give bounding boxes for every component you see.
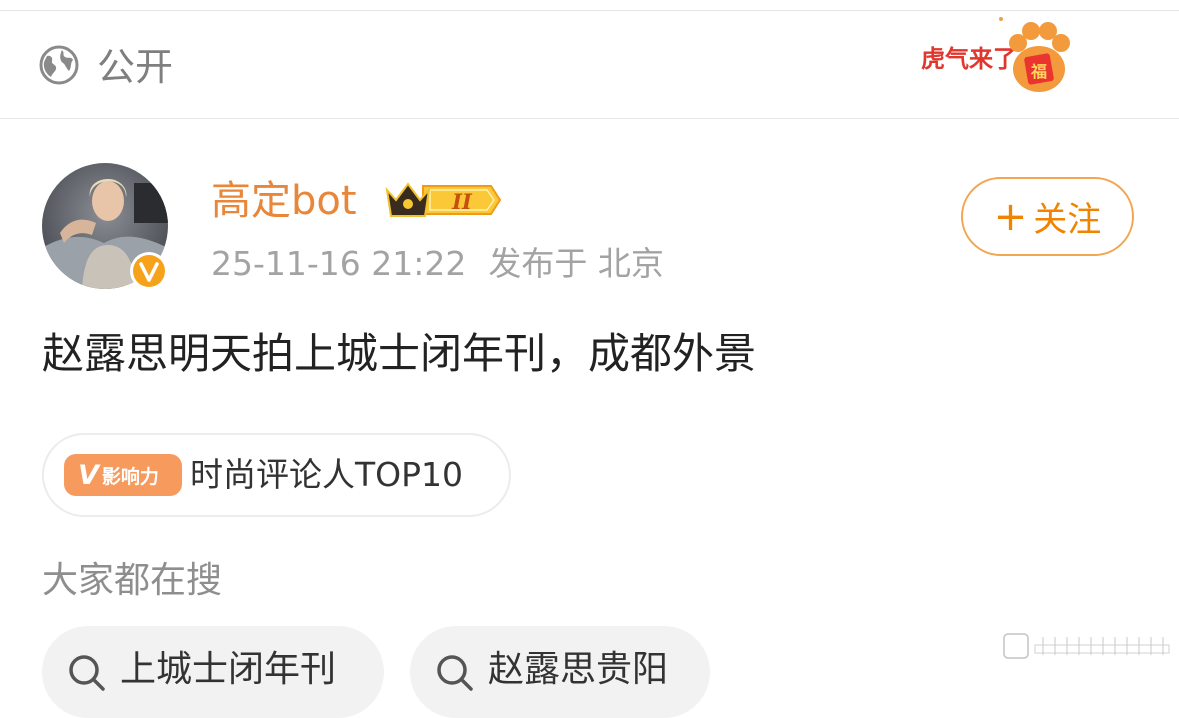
search-chip-2[interactable]: 赵露思贵阳 <box>410 626 710 718</box>
verified-v-icon <box>130 252 168 290</box>
influence-badge-v: V <box>78 459 99 491</box>
search-chip-label: 赵露思贵阳 <box>488 649 669 690</box>
search-chip-label: 上城士闭年刊 <box>120 649 337 690</box>
tiger-paw-fortune-sticker: 虎气来了 福 <box>921 17 1070 92</box>
influence-label: 时尚评论人TOP10 <box>190 455 464 494</box>
follow-label: 关注 <box>1033 200 1102 240</box>
globe-icon <box>39 45 79 85</box>
visibility-label: 公开 <box>97 45 174 89</box>
post-location: 发布于 北京 <box>488 244 664 283</box>
post-timestamp: 25-11-16 21:22 <box>211 244 467 283</box>
post-body: 赵露思明天拍上城士闭年刊，成都外景 <box>42 329 757 378</box>
header-divider <box>0 118 1179 119</box>
sticker-seal: 福 <box>1030 62 1047 81</box>
influence-tag[interactable]: V 影响力 时尚评论人TOP10 <box>42 433 511 517</box>
search-chip-1[interactable]: 上城士闭年刊 <box>42 626 384 718</box>
vip-level: II <box>451 189 473 214</box>
crown-ii-icon[interactable]: II <box>383 178 503 222</box>
plus-icon: + <box>993 193 1028 240</box>
sticker-text: 虎气来了 <box>921 45 1017 73</box>
search-icon <box>69 655 105 691</box>
influence-badge-text: 影响力 <box>101 465 159 488</box>
watermark-icon <box>1003 633 1170 659</box>
author-name[interactable]: 高定bot <box>211 176 357 226</box>
influence-badge: V 影响力 <box>64 454 182 496</box>
search-icon <box>437 655 473 691</box>
trending-title: 大家都在搜 <box>42 560 223 601</box>
follow-button[interactable]: + 关注 <box>961 177 1134 256</box>
post-meta: 25-11-16 21:22 发布于 北京 <box>211 243 686 285</box>
